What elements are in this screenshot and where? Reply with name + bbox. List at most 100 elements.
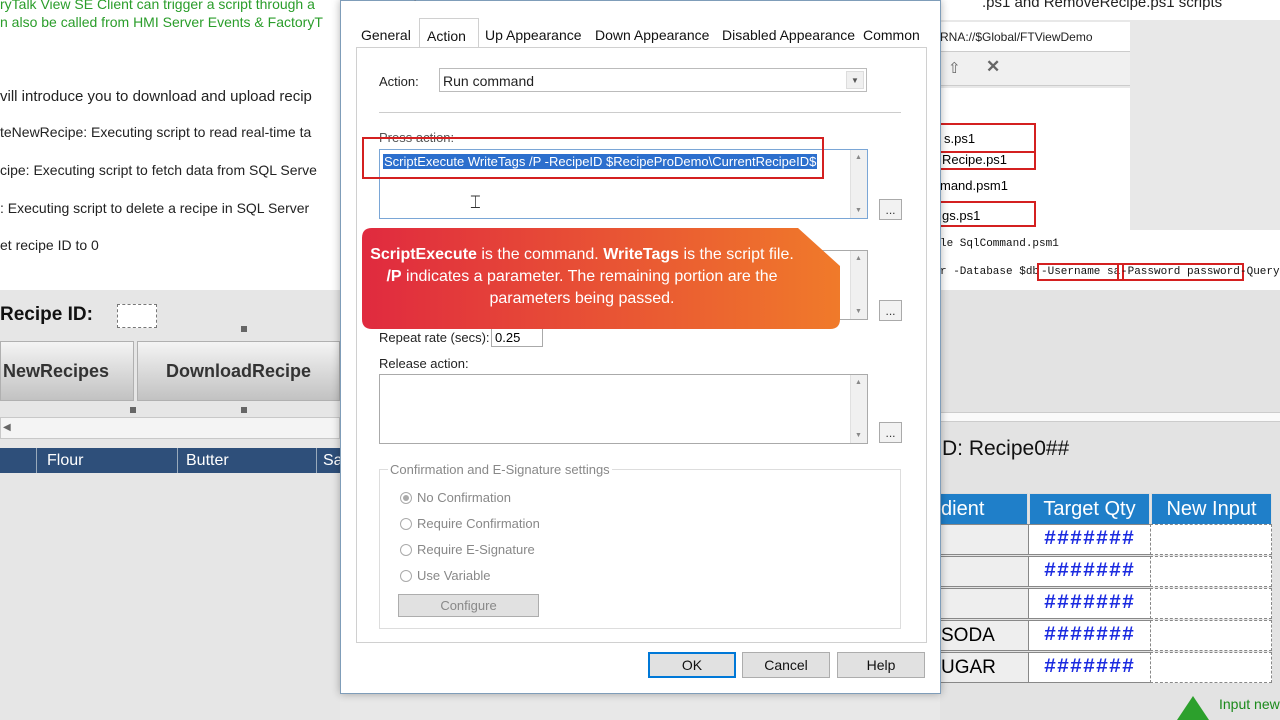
new-input-cell[interactable] [1150, 620, 1272, 651]
table-cell: ####### [1028, 652, 1151, 683]
cancel-button[interactable]: Cancel [742, 652, 830, 678]
dialog-title: Button Properties [341, 0, 940, 9]
table-cell: ####### [1028, 524, 1151, 555]
table-cell: ####### [1028, 620, 1151, 651]
radio-label: Require Confirmation [417, 516, 540, 531]
new-input-cell[interactable] [1150, 652, 1272, 683]
radio-label: Use Variable [417, 568, 491, 583]
tab-down-appearance[interactable]: Down Appearance [595, 21, 709, 49]
radio-no-confirmation[interactable]: No Confirmation [400, 490, 511, 505]
table-cell: SODA [940, 620, 1029, 651]
ingredients-header-row: Flour Butter Sa [0, 448, 343, 473]
vertical-scrollbar[interactable]: ▲ ▼ [850, 150, 867, 218]
new-input-cell[interactable] [1150, 588, 1272, 619]
action-dropdown-value: Run command [443, 73, 535, 89]
radio-require-esignature[interactable]: Require E-Signature [400, 542, 535, 557]
canvas-border [940, 412, 1280, 422]
tab-up-appearance[interactable]: Up Appearance [485, 21, 582, 49]
tab-disabled-appearance[interactable]: Disabled Appearance [722, 21, 855, 49]
background-document: ryTalk View SE Client can trigger a scri… [0, 0, 340, 290]
release-action-browse-button[interactable]: ... [879, 422, 902, 443]
code-line: le SqlCommand.psm1 [940, 238, 1059, 250]
doc-line: n also be called from HMI Server Events … [0, 14, 323, 30]
selection-handle [130, 407, 136, 413]
radio-icon [400, 517, 412, 530]
action-dropdown[interactable]: Run command ▼ [439, 68, 867, 92]
scroll-up-icon[interactable]: ▲ [855, 379, 862, 386]
doc-line: et recipe ID to 0 [0, 237, 99, 253]
new-input-cell[interactable] [1150, 524, 1272, 555]
column-header: Target Qty [1029, 493, 1150, 525]
file-item[interactable]: mand.psm1 [940, 178, 1008, 193]
vertical-scrollbar[interactable]: ▲ ▼ [850, 251, 867, 319]
scroll-down-icon[interactable]: ▼ [855, 308, 862, 315]
vertical-scrollbar[interactable]: ▲ ▼ [850, 375, 867, 443]
recipe-id-field[interactable] [117, 304, 157, 328]
doc-line: ryTalk View SE Client can trigger a scri… [0, 0, 315, 12]
radio-use-variable[interactable]: Use Variable [400, 568, 490, 583]
recipe-table: ####### ####### ####### SODA ####### UGA… [940, 524, 1280, 684]
code-view: le SqlCommand.psm1 r -Database $db -User… [940, 230, 1280, 290]
help-button[interactable]: Help [837, 652, 925, 678]
download-recipe-button[interactable]: DownloadRecipe [137, 341, 340, 401]
username-highlight: -Username sa [1037, 263, 1125, 281]
table-cell [940, 556, 1029, 587]
radio-selected-icon [400, 491, 412, 504]
scroll-down-icon[interactable]: ▼ [855, 432, 862, 439]
press-action-browse-button[interactable]: ... [879, 199, 902, 220]
explorer-path: RNA://$Global/FTViewDemo [940, 22, 1130, 52]
tab-common[interactable]: Common [863, 21, 920, 49]
callout-text-part: is the command. [476, 246, 604, 263]
tab-general[interactable]: General [361, 21, 411, 49]
close-icon[interactable]: ✕ [986, 57, 1000, 77]
repeat-rate-input[interactable]: 0.25 [491, 326, 543, 347]
browse-button[interactable]: ... [879, 300, 902, 321]
password-highlight: -Password password [1117, 263, 1244, 281]
explorer-toolbar: ⇧ ✕ [940, 52, 1130, 86]
code-line: r -Database $db [940, 266, 1040, 278]
horizontal-scrollbar[interactable]: ◀ [0, 417, 340, 439]
divider [379, 112, 901, 113]
doc-line: teNewRecipe: Executing script to read re… [0, 124, 312, 140]
column-header: New Input [1151, 493, 1272, 525]
button-properties-dialog: Button Properties General Action Up Appe… [340, 0, 941, 694]
table-cell: ####### [1028, 588, 1151, 619]
column-header: dient [940, 493, 1028, 525]
upload-icon[interactable]: ⇧ [948, 59, 961, 77]
confirmation-group-label: Confirmation and E-Signature settings [388, 462, 612, 477]
scroll-up-icon[interactable]: ▲ [855, 154, 862, 161]
configure-button[interactable]: Configure [398, 594, 539, 617]
radio-label: Require E-Signature [417, 542, 535, 557]
file-item[interactable]: s.ps1 [940, 123, 1036, 153]
file-item[interactable]: gs.ps1 [940, 201, 1036, 227]
radio-icon [400, 543, 412, 556]
confirmation-group: Confirmation and E-Signature settings No… [379, 462, 901, 629]
callout-text-part: indicates a parameter. The remaining por… [401, 268, 778, 307]
file-item[interactable]: Recipe.ps1 [940, 150, 1036, 170]
column-header: Butter [186, 452, 229, 469]
doc-line: cipe: Executing script to fetch data fro… [0, 162, 317, 178]
recipe-name-label: D: Recipe0## [942, 437, 1070, 460]
scroll-down-icon[interactable]: ▼ [855, 207, 862, 214]
callout-script-file: WriteTags [603, 246, 680, 263]
chevron-down-icon[interactable]: ▼ [846, 71, 864, 89]
table-cell: ####### [1028, 556, 1151, 587]
doc-top-strip: .ps1 and RemoveRecipe.ps1 scripts [940, 0, 1280, 20]
new-input-cell[interactable] [1150, 556, 1272, 587]
release-action-label: Release action: [379, 356, 469, 371]
radio-require-confirmation[interactable]: Require Confirmation [400, 516, 540, 531]
table-cell: UGAR [940, 652, 1029, 683]
annotation-callout: ScriptExecute is the command. WriteTags … [362, 228, 840, 329]
release-action-textarea[interactable]: ▲ ▼ [379, 374, 868, 444]
table-cell [940, 588, 1029, 619]
selection-handle [241, 326, 247, 332]
scroll-left-icon[interactable]: ◀ [3, 422, 11, 433]
tab-action[interactable]: Action [419, 18, 479, 47]
new-recipes-button[interactable]: NewRecipes [0, 341, 134, 401]
callout-text: ScriptExecute is the command. WriteTags … [362, 244, 802, 310]
ok-button[interactable]: OK [648, 652, 736, 678]
repeat-rate-label: Repeat rate (secs): [379, 330, 490, 345]
radio-icon [400, 569, 412, 582]
scroll-up-icon[interactable]: ▲ [855, 255, 862, 262]
doc-line: .ps1 and RemoveRecipe.ps1 scripts [982, 0, 1223, 11]
